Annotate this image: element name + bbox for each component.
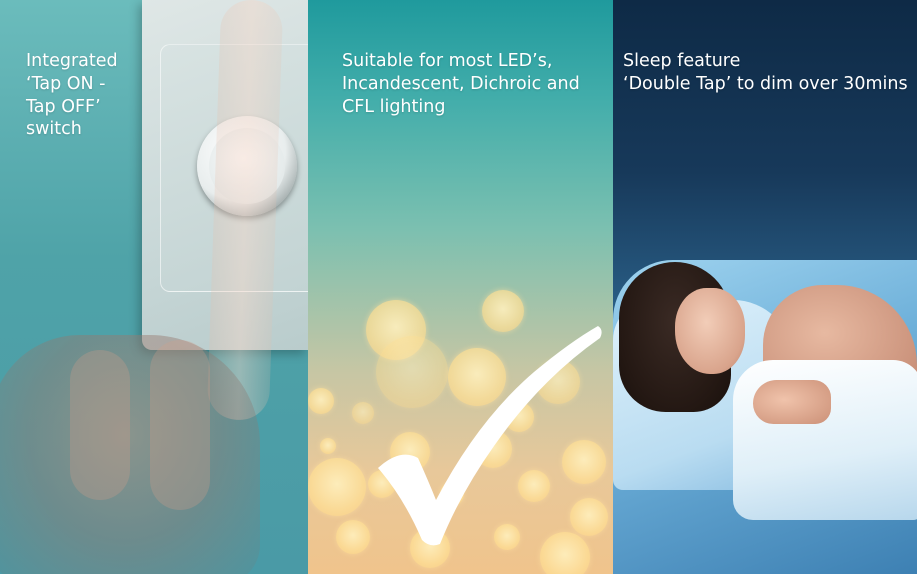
sleeping-woman-face-image bbox=[675, 288, 745, 374]
hand-image bbox=[0, 335, 260, 574]
caption-line: switch bbox=[26, 119, 82, 140]
caption-line: Integrated bbox=[26, 51, 118, 71]
sleep-feature-panel: Sleep feature ‘Double Tap’ to dim over 3… bbox=[613, 0, 917, 574]
lighting-compatibility-panel: Suitable for most LED’s, Incandescent, D… bbox=[308, 0, 613, 574]
caption-line: Tap OFF’ bbox=[26, 96, 101, 117]
hand-image bbox=[753, 380, 831, 424]
lighting-compatibility-caption: Suitable for most LED’s, Incandescent, D… bbox=[342, 50, 613, 118]
feature-banner: Integrated ‘Tap ON - Tap OFF’ switch Sui… bbox=[0, 0, 917, 574]
tap-switch-panel: Integrated ‘Tap ON - Tap OFF’ switch bbox=[0, 0, 308, 574]
sleep-feature-caption: Sleep feature ‘Double Tap’ to dim over 3… bbox=[623, 50, 917, 96]
caption-line: CFL lighting bbox=[342, 96, 446, 117]
caption-line: Sleep feature bbox=[623, 51, 741, 71]
tap-switch-caption: Integrated ‘Tap ON - Tap OFF’ switch bbox=[26, 50, 308, 141]
knuckle-shape bbox=[70, 350, 130, 500]
caption-line: ‘Tap ON - bbox=[26, 73, 106, 94]
caption-line: Suitable for most LED’s, bbox=[342, 51, 553, 71]
caption-line: ‘Double Tap’ to dim over 30mins bbox=[623, 73, 908, 94]
caption-line: Incandescent, Dichroic and bbox=[342, 73, 580, 94]
knuckle-shape bbox=[150, 340, 210, 510]
